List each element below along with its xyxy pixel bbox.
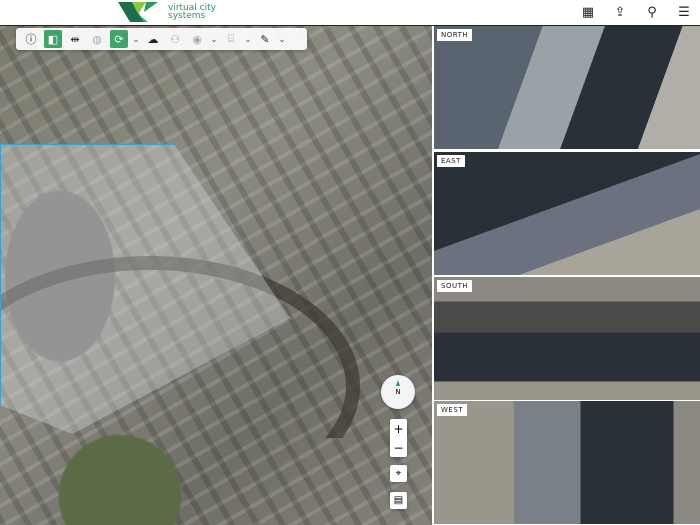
view-label-south: SOUTH	[437, 280, 473, 292]
view-north[interactable]: NORTH	[434, 26, 700, 149]
search-icon[interactable]: ⚲	[644, 4, 660, 20]
menu-icon[interactable]: ☰	[676, 4, 692, 20]
view-icon[interactable]: ◉	[188, 30, 206, 48]
view-south[interactable]: SOUTH	[434, 277, 700, 400]
zoom-control: + −	[390, 419, 407, 457]
zoom-in-button[interactable]: +	[393, 423, 403, 435]
globe-icon[interactable]: ◍	[88, 30, 106, 48]
location-pin-icon: ⌖	[395, 468, 402, 479]
draw-icon[interactable]: ✎	[256, 30, 274, 48]
share-icon[interactable]: ⇪	[612, 4, 628, 20]
overview-map-button[interactable]: ▤	[390, 492, 407, 509]
view-label-west: WEST	[437, 404, 468, 416]
logo-text-line2: systems	[168, 11, 206, 21]
compass-label: N	[395, 388, 401, 396]
app-header: virtual city systems ▦ ⇪ ⚲ ☰	[0, 0, 700, 26]
apps-grid-icon[interactable]: ▦	[580, 4, 596, 20]
locate-button[interactable]: ⌖	[390, 465, 407, 482]
map-icon: ▤	[393, 495, 404, 506]
zoom-out-button[interactable]: −	[393, 442, 403, 454]
swipe-icon[interactable]: ⇹	[66, 30, 84, 48]
chevron-down-icon[interactable]: ⌄	[210, 35, 218, 44]
info-icon[interactable]: ⓘ	[22, 30, 40, 48]
logo: virtual city systems	[118, 2, 216, 22]
transparency-icon[interactable]: ⚇	[166, 30, 184, 48]
map-3d-view[interactable]	[0, 26, 432, 525]
logo-mark-icon	[118, 2, 158, 22]
oblique-views-panel: NORTH EAST SOUTH WEST	[432, 26, 700, 525]
view-label-north: NORTH	[437, 29, 473, 41]
rotate-icon[interactable]: ⟳	[110, 30, 128, 48]
view-east[interactable]: EAST	[434, 152, 700, 275]
clipping-icon[interactable]: ⌸	[222, 30, 240, 48]
chevron-down-icon[interactable]: ⌄	[132, 35, 140, 44]
view-west[interactable]: WEST	[434, 401, 700, 524]
map-toolbar: ⓘ ◧ ⇹ ◍ ⟳ ⌄ ☁ ⚇ ◉ ⌄ ⌸ ⌄ ✎ ⌄	[16, 28, 307, 50]
chevron-down-icon[interactable]: ⌄	[278, 35, 286, 44]
view-label-east: EAST	[437, 155, 465, 167]
split-view-icon[interactable]: ◧	[44, 30, 62, 48]
compass[interactable]: N	[381, 375, 415, 409]
chevron-down-icon[interactable]: ⌄	[244, 35, 252, 44]
upload-icon[interactable]: ☁	[144, 30, 162, 48]
